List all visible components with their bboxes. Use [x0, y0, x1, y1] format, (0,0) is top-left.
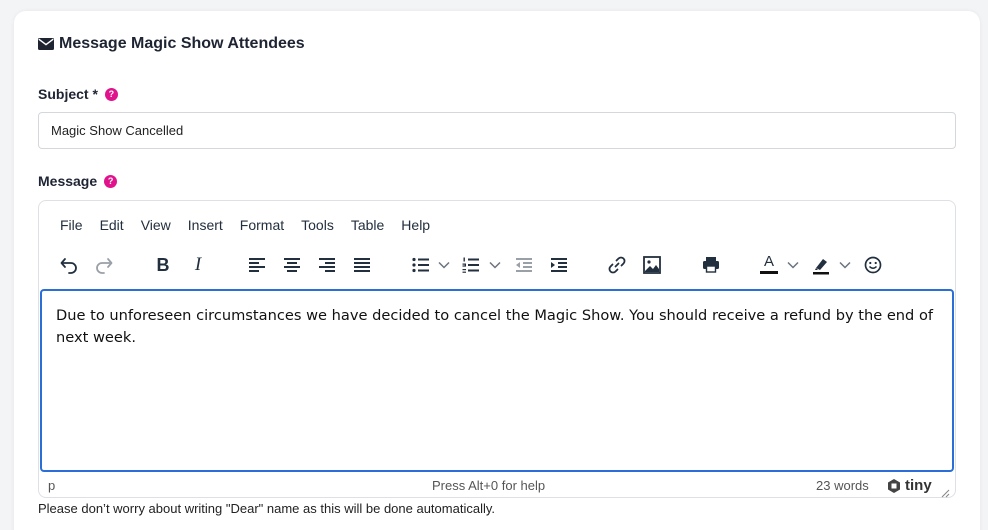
- message-help-icon[interactable]: ?: [104, 174, 118, 188]
- align-left-icon[interactable]: [245, 253, 269, 277]
- menu-table[interactable]: Table: [351, 217, 384, 233]
- editor-menubar: File Edit View Insert Format Tools Table…: [60, 217, 447, 233]
- subject-label-text: Subject *: [38, 86, 98, 102]
- envelope-icon: [38, 38, 54, 50]
- emoji-icon[interactable]: [861, 253, 885, 277]
- outdent-icon[interactable]: [512, 253, 536, 277]
- align-right-icon[interactable]: [315, 253, 339, 277]
- menu-view[interactable]: View: [141, 217, 171, 233]
- menu-edit[interactable]: Edit: [100, 217, 124, 233]
- tiny-logo-icon: [888, 478, 900, 493]
- subject-label: Subject * ?: [38, 86, 118, 102]
- numbered-list-chevron-icon[interactable]: [489, 253, 501, 277]
- menu-tools[interactable]: Tools: [301, 217, 334, 233]
- undo-icon[interactable]: [57, 253, 81, 277]
- message-label-text: Message: [38, 173, 98, 189]
- tiny-brand-text: tiny: [905, 477, 932, 494]
- highlight-chevron-icon[interactable]: [839, 253, 851, 277]
- message-card: Message Magic Show Attendees Subject * ?…: [14, 11, 980, 530]
- message-label: Message ?: [38, 173, 118, 189]
- align-center-icon[interactable]: [280, 253, 304, 277]
- bullet-list-chevron-icon[interactable]: [438, 253, 450, 277]
- justify-icon[interactable]: [350, 253, 374, 277]
- menu-insert[interactable]: Insert: [188, 217, 223, 233]
- image-icon[interactable]: [640, 253, 664, 277]
- editor-statusbar: p Press Alt+0 for help 23 words tiny: [39, 472, 955, 498]
- text-color-icon[interactable]: A: [757, 253, 781, 277]
- editor-toolbar: B I A: [39, 253, 955, 277]
- menu-help[interactable]: Help: [401, 217, 430, 233]
- bullet-list-icon[interactable]: [410, 253, 432, 277]
- editor-paragraph: Due to unforeseen circumstances we have …: [56, 307, 934, 346]
- indent-icon[interactable]: [547, 253, 571, 277]
- card-title: Message Magic Show Attendees: [38, 35, 305, 53]
- tiny-brand-link[interactable]: tiny: [886, 477, 932, 494]
- editor-content-area[interactable]: Due to unforeseen circumstances we have …: [40, 289, 954, 472]
- resize-handle-icon[interactable]: [941, 486, 950, 501]
- link-icon[interactable]: [605, 253, 629, 277]
- help-shortcut-text: Press Alt+0 for help: [432, 478, 546, 493]
- subject-input[interactable]: [38, 112, 956, 149]
- text-color-swatch: [760, 271, 778, 274]
- element-path[interactable]: p: [48, 478, 55, 493]
- redo-icon[interactable]: [92, 253, 116, 277]
- print-icon[interactable]: [699, 253, 723, 277]
- card-title-text: Message Magic Show Attendees: [59, 35, 305, 52]
- italic-icon[interactable]: I: [186, 253, 210, 277]
- rich-text-editor: File Edit View Insert Format Tools Table…: [38, 200, 956, 498]
- menu-format[interactable]: Format: [240, 217, 284, 233]
- highlight-icon[interactable]: [809, 253, 833, 277]
- menu-file[interactable]: File: [60, 217, 83, 233]
- text-color-glyph: A: [763, 253, 774, 270]
- bold-icon[interactable]: B: [151, 253, 175, 277]
- numbered-list-icon[interactable]: [460, 253, 482, 277]
- subject-help-icon[interactable]: ?: [104, 87, 118, 101]
- text-color-chevron-icon[interactable]: [787, 253, 799, 277]
- message-hint: Please don’t worry about writing "Dear" …: [38, 501, 495, 516]
- word-count[interactable]: 23 words: [816, 478, 869, 493]
